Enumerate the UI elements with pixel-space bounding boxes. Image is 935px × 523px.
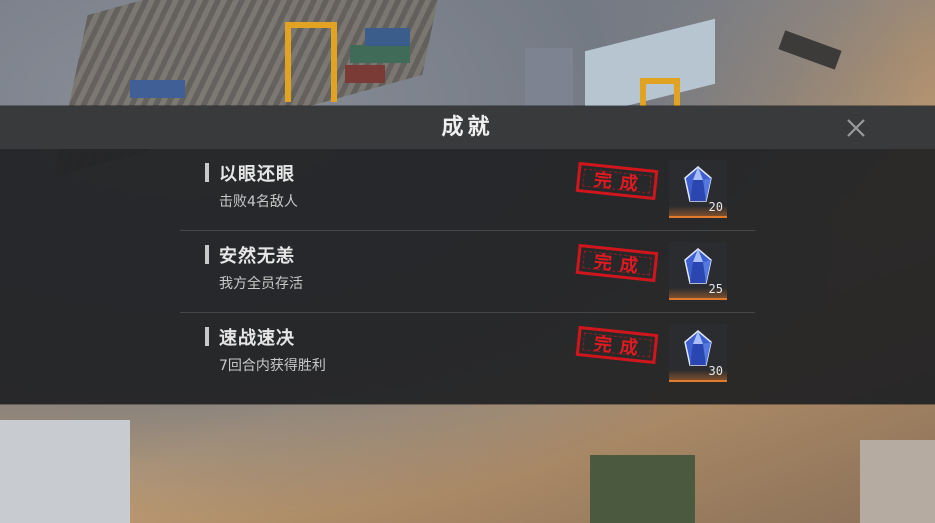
achievement-row: 安然无恙 我方全员存活 完成 25 [180,231,755,313]
building [860,440,935,523]
completed-stamp: 完成 [575,325,659,365]
achievement-description: 7回合内获得胜利 [219,358,326,374]
container [130,80,185,98]
achievement-name: 以眼还眼 [219,164,295,185]
stamp-label: 完成 [592,251,647,278]
reward-count: 30 [708,364,723,378]
achievement-name: 安然无恙 [219,246,295,267]
achievement-name: 速战速决 [219,328,295,349]
completed-stamp: 完成 [575,243,659,283]
container [345,65,385,83]
achievement-description: 我方全员存活 [219,276,303,292]
crane [285,22,337,102]
row-marker [205,245,209,264]
crystal-gem-icon [684,166,712,202]
reward-slot[interactable]: 30 [669,324,727,382]
achievement-row: 以眼还眼 击败4名敌人 完成 20 [180,149,755,231]
row-marker [205,163,209,182]
reward-slot[interactable]: 20 [669,160,727,218]
crystal-gem-icon [684,330,712,366]
dialog-header: 成就 [0,106,935,149]
tent [590,455,695,523]
dialog-title: 成就 [441,115,494,140]
container [365,28,410,46]
close-button[interactable] [840,112,872,144]
row-marker [205,327,209,346]
reward-count: 20 [708,200,723,214]
building [0,420,130,523]
reward-count: 25 [708,282,723,296]
achievement-list: 以眼还眼 击败4名敌人 完成 20 安然无恙 我方全员存活 完成 25 速战速决… [180,149,755,394]
crystal-gem-icon [684,248,712,284]
close-icon [847,119,865,137]
achievements-dialog: 成就 以眼还眼 击败4名敌人 完成 20 安然无恙 我方全员存活 完成 25 速… [0,106,935,404]
completed-stamp: 完成 [575,161,659,201]
achievement-description: 击败4名敌人 [219,194,298,210]
building [525,48,573,108]
stamp-label: 完成 [592,333,647,360]
stamp-label: 完成 [592,169,647,196]
reward-slot[interactable]: 25 [669,242,727,300]
achievement-row: 速战速决 7回合内获得胜利 完成 30 [180,313,755,394]
container [350,45,410,63]
